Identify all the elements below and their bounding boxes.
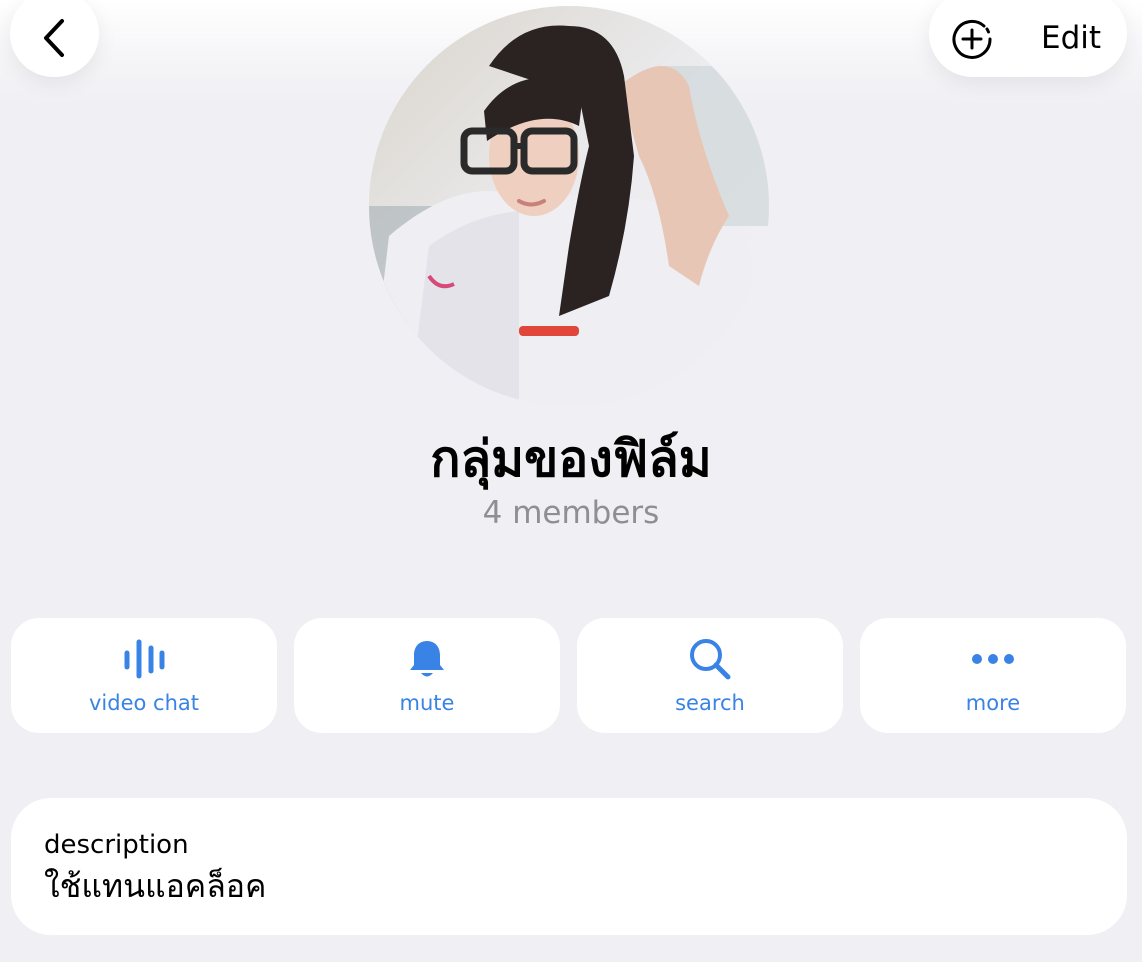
header-actions: Edit [929,0,1127,77]
description-card[interactable]: description ใช้แทนแอคล็อค [11,798,1127,935]
bell-icon [410,641,444,677]
mute-button[interactable]: mute [294,618,560,733]
edit-button[interactable]: Edit [1041,16,1101,60]
chevron-left-icon [43,18,64,57]
more-label: more [965,691,1021,715]
video-chat-label: video chat [89,691,199,715]
video-chat-button[interactable]: video chat [11,618,277,733]
member-count: 4 members [482,495,660,531]
avatar-photo [369,6,769,406]
voice-chat-bars-icon [124,639,165,679]
search-label: search [675,691,745,715]
search-button[interactable]: search [577,618,843,733]
more-button[interactable]: more [860,618,1126,733]
description-title: description [44,830,189,860]
description-text: ใช้แทนแอคล็อค [44,867,267,905]
search-icon [690,639,731,680]
plus-circle-dashed-icon [952,19,992,59]
group-avatar[interactable] [369,6,769,406]
mute-label: mute [399,691,455,715]
add-story-button[interactable] [948,15,996,63]
more-dots-icon [972,654,1014,664]
group-name: กลุ่มของฟิล์ม [430,430,712,488]
